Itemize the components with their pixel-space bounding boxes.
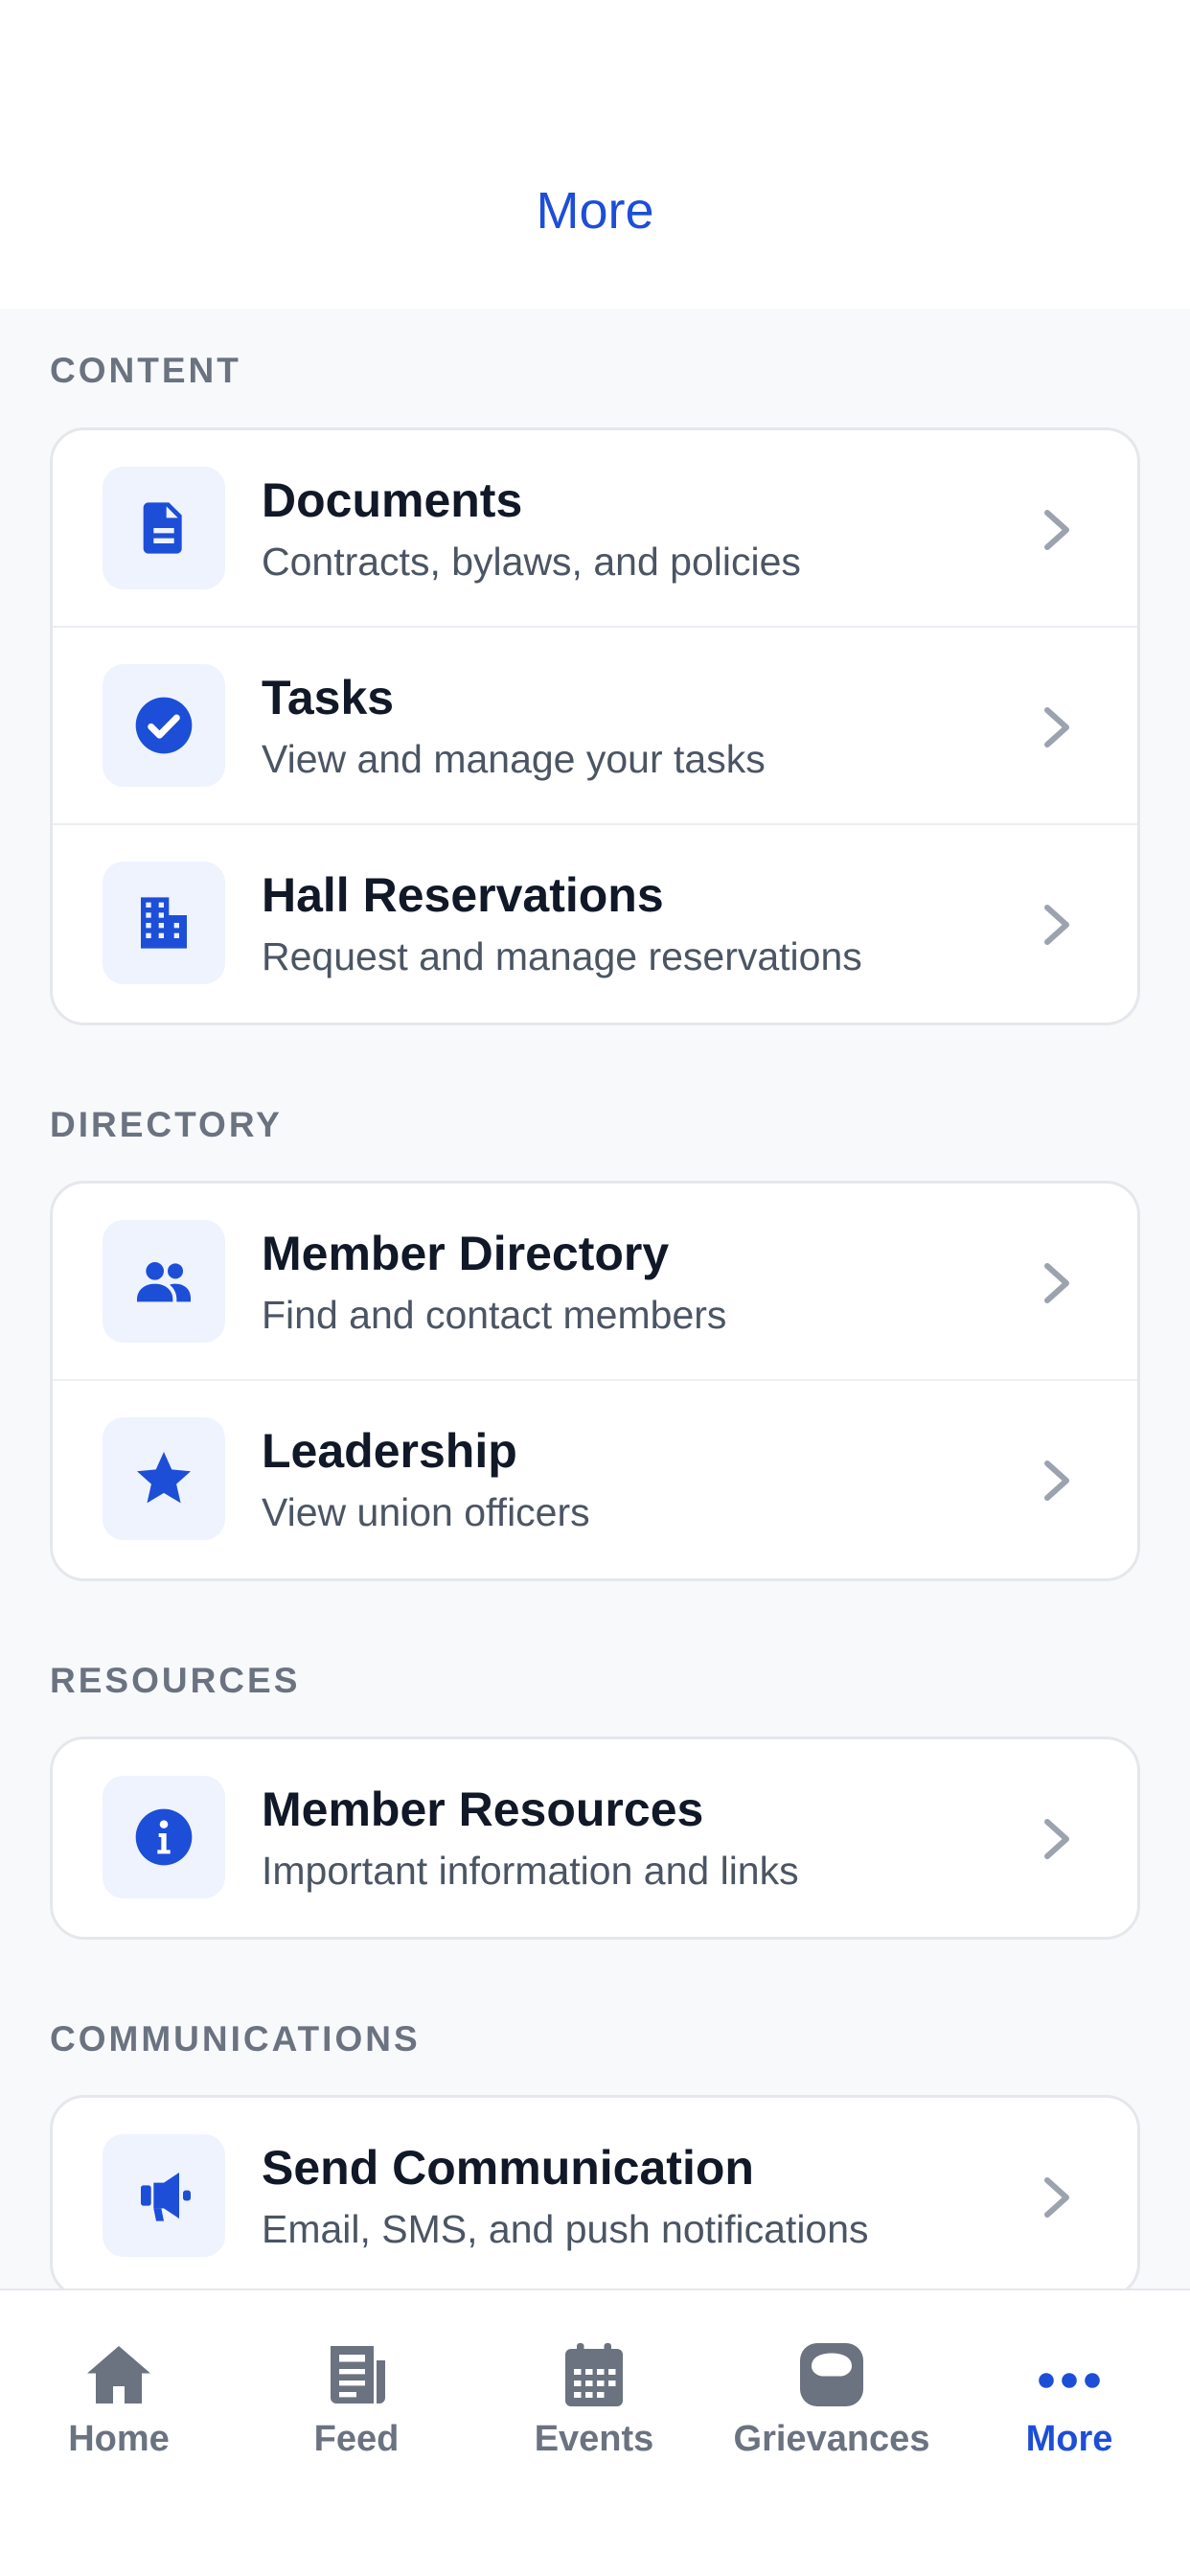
section-label-content: CONTENT [50,351,241,390]
content-card: Documents Contracts, bylaws, and policie… [50,427,1140,1025]
communications-card: Send Communication Email, SMS, and push … [50,2095,1140,2298]
grievance-icon [800,2343,863,2406]
menu-item-title: Member Resources [262,1782,704,1836]
menu-item-title: Leadership [262,1424,517,1478]
chevron-right-icon [1044,905,1069,945]
menu-item-subtitle: Find and contact members [262,1293,727,1337]
calendar-icon [565,2343,623,2406]
menu-item-subtitle: View union officers [262,1490,590,1534]
menu-item-title: Hall Reservations [262,868,664,922]
menu-item-member-directory[interactable]: Member Directory Find and contact member… [53,1184,1137,1381]
more-screen: More CONTENT Documents Contracts, bylaws… [0,0,1190,2576]
building-icon [103,862,225,984]
chevron-right-icon [1044,2177,1069,2218]
chevron-right-icon [1044,707,1069,748]
tab-more[interactable]: More [950,2290,1188,2482]
page-title: More [536,182,654,240]
menu-item-title: Member Directory [262,1227,670,1280]
check-circle-icon [103,664,225,787]
bottom-tab-bar: Home Feed Events Grievances More [0,2288,1190,2576]
resources-card: Member Resources Important information a… [50,1736,1140,1940]
document-icon [103,467,225,589]
tab-label: Events [534,2419,654,2459]
tab-label: Feed [313,2419,400,2459]
home-icon [87,2346,150,2404]
chevron-right-icon [1044,1263,1069,1303]
megaphone-icon [103,2134,225,2257]
more-dots-icon [1039,2373,1100,2388]
info-icon [103,1776,225,1898]
section-label-directory: DIRECTORY [50,1105,283,1144]
directory-card: Member Directory Find and contact member… [50,1181,1140,1581]
tab-home[interactable]: Home [0,2290,238,2482]
newspaper-icon [331,2346,385,2404]
chevron-right-icon [1044,510,1069,550]
section-label-communications: COMMUNICATIONS [50,2019,421,2058]
menu-item-subtitle: Important information and links [262,1849,799,1893]
menu-item-subtitle: Request and manage reservations [262,934,862,978]
chevron-right-icon [1044,1460,1069,1501]
menu-item-tasks[interactable]: Tasks View and manage your tasks [53,628,1137,825]
header: More [0,0,1190,309]
menu-item-hall-reservations[interactable]: Hall Reservations Request and manage res… [53,825,1137,1023]
menu-item-title: Tasks [262,671,395,724]
menu-item-member-resources[interactable]: Member Resources Important information a… [53,1739,1137,1937]
section-label-resources: RESOURCES [50,1661,301,1700]
users-icon [103,1220,225,1343]
tab-feed[interactable]: Feed [238,2290,475,2482]
menu-item-leadership[interactable]: Leadership View union officers [53,1381,1137,1578]
tab-label: Home [68,2419,170,2459]
menu-item-subtitle: View and manage your tasks [262,737,766,781]
menu-item-title: Send Communication [262,2141,754,2195]
menu-item-send-communication[interactable]: Send Communication Email, SMS, and push … [53,2098,1137,2295]
menu-item-title: Documents [262,473,523,527]
chevron-right-icon [1044,1819,1069,1859]
tab-events[interactable]: Events [475,2290,713,2482]
star-icon [103,1417,225,1540]
menu-item-subtitle: Email, SMS, and push notifications [262,2207,869,2251]
tab-label: More [1025,2419,1113,2459]
menu-item-subtitle: Contracts, bylaws, and policies [262,540,801,584]
tab-grievances[interactable]: Grievances [713,2290,950,2482]
menu-item-documents[interactable]: Documents Contracts, bylaws, and policie… [53,430,1137,628]
tab-label: Grievances [733,2419,930,2459]
